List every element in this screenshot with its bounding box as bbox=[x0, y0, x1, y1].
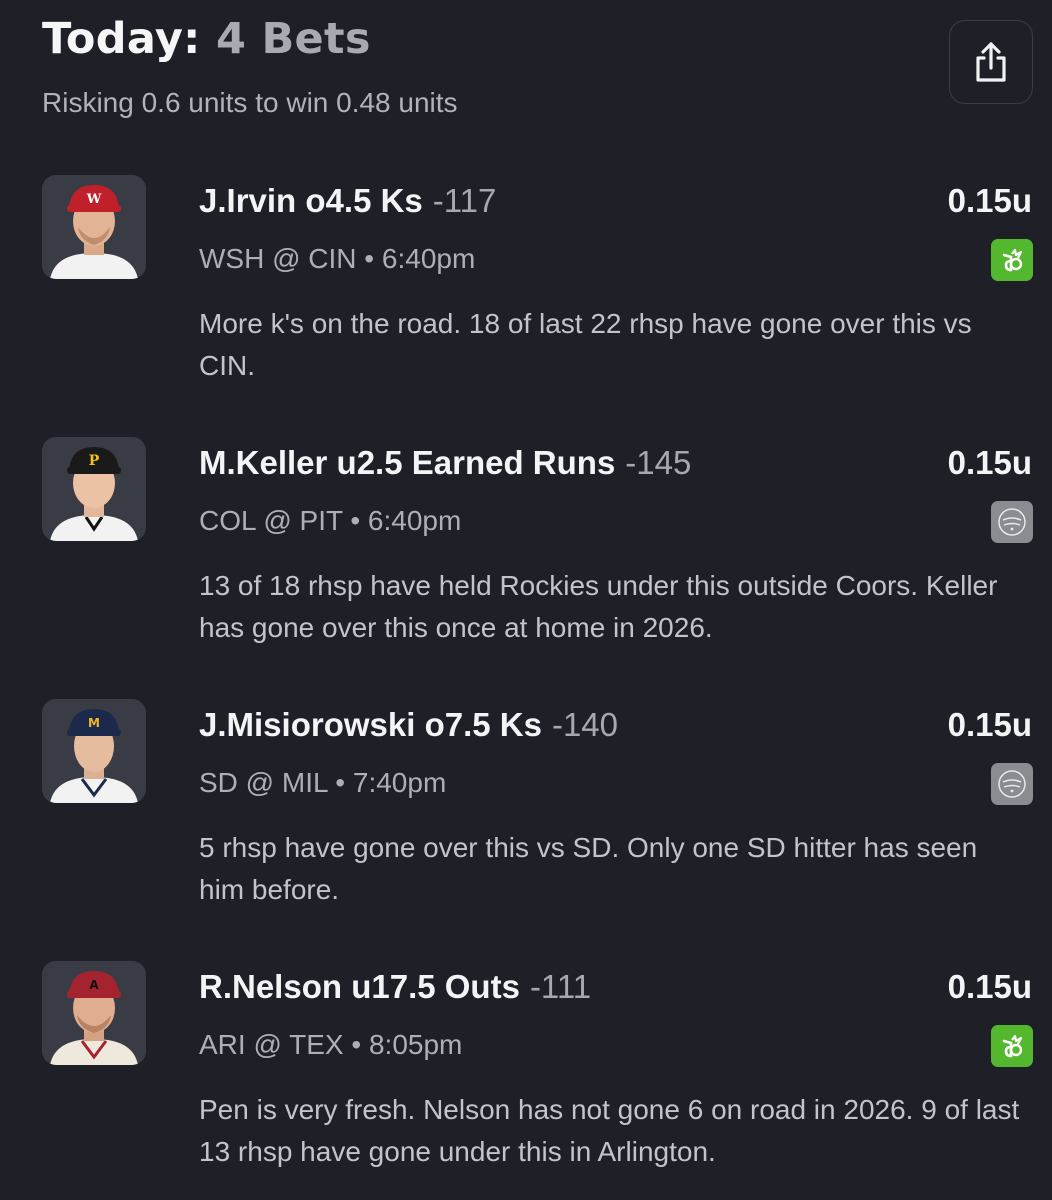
bet-odds: -117 bbox=[432, 182, 497, 219]
bet-title: J.Misiorowski o7.5 Ks -140 bbox=[199, 705, 618, 745]
hard-rock-icon bbox=[991, 501, 1033, 543]
player-avatar: P bbox=[42, 437, 146, 541]
player-name: J.Irvin bbox=[199, 182, 297, 219]
bet-odds: -145 bbox=[625, 444, 692, 481]
svg-text:W: W bbox=[86, 192, 102, 207]
title-prefix: Today: bbox=[42, 14, 201, 64]
bet-title: M.Keller u2.5 Earned Runs -145 bbox=[199, 443, 691, 483]
bet-note: 5 rhsp have gone over this vs SD. Only o… bbox=[199, 832, 978, 905]
svg-text:P: P bbox=[89, 453, 100, 469]
bet-matchup: WSH @ CIN • 6:40pm bbox=[199, 243, 476, 274]
risk-summary: Risking 0.6 units to win 0.48 units bbox=[42, 87, 458, 118]
svg-text:A: A bbox=[89, 978, 99, 992]
bet-note: More k's on the road. 18 of last 22 rhsp… bbox=[199, 308, 972, 381]
bet-market: o4.5 Ks bbox=[305, 182, 423, 219]
bets-screen: Today: 4 Bets Risking 0.6 units to win 0… bbox=[0, 0, 1052, 1200]
share-icon bbox=[976, 42, 1006, 82]
hard-rock-icon bbox=[991, 763, 1033, 805]
player-avatar: M bbox=[42, 699, 146, 803]
bet-card[interactable]: M J.Misiorowski o7.5 Ks -140 0.15u SD @ M… bbox=[0, 699, 1052, 929]
bet-note: Pen is very fresh. Nelson has not gone 6… bbox=[199, 1094, 1020, 1167]
bet-matchup: SD @ MIL • 7:40pm bbox=[199, 767, 447, 798]
bet-units: 0.15u bbox=[947, 968, 1032, 1005]
bet-market: u17.5 Outs bbox=[351, 968, 520, 1005]
page-title: Today: 4 Bets bbox=[42, 12, 922, 66]
share-button[interactable] bbox=[949, 20, 1033, 104]
bet-title: J.Irvin o4.5 Ks -117 bbox=[199, 181, 496, 221]
draftkings-icon bbox=[991, 239, 1033, 281]
bet-note: 13 of 18 rhsp have held Rockies under th… bbox=[199, 570, 998, 643]
bet-units: 0.15u bbox=[947, 706, 1032, 743]
bet-matchup: ARI @ TEX • 8:05pm bbox=[199, 1029, 463, 1060]
header: Today: 4 Bets Risking 0.6 units to win 0… bbox=[42, 12, 922, 120]
bet-units: 0.15u bbox=[947, 182, 1032, 219]
player-name: M.Keller bbox=[199, 444, 328, 481]
player-name: R.Nelson bbox=[199, 968, 343, 1005]
svg-text:M: M bbox=[88, 716, 100, 730]
bet-odds: -140 bbox=[551, 706, 619, 743]
bet-matchup: COL @ PIT • 6:40pm bbox=[199, 505, 462, 536]
bet-odds: -111 bbox=[529, 968, 592, 1005]
bet-market: o7.5 Ks bbox=[424, 706, 542, 743]
bet-card[interactable]: W J.Irvin o4.5 Ks -117 0.15u WSH @ CIN • … bbox=[0, 175, 1052, 405]
player-avatar: A bbox=[42, 961, 146, 1065]
player-name: J.Misiorowski bbox=[199, 706, 416, 743]
bet-market: u2.5 Earned Runs bbox=[336, 444, 616, 481]
player-avatar: W bbox=[42, 175, 146, 279]
bet-title: R.Nelson u17.5 Outs -111 bbox=[199, 967, 591, 1007]
bet-card[interactable]: P M.Keller u2.5 Earned Runs -145 0.15u CO… bbox=[0, 437, 1052, 667]
bet-units: 0.15u bbox=[947, 444, 1032, 481]
bet-card[interactable]: A R.Nelson u17.5 Outs -111 0.15u ARI @ TE… bbox=[0, 961, 1052, 1191]
bet-count: 4 Bets bbox=[215, 14, 371, 64]
draftkings-icon bbox=[991, 1025, 1033, 1067]
